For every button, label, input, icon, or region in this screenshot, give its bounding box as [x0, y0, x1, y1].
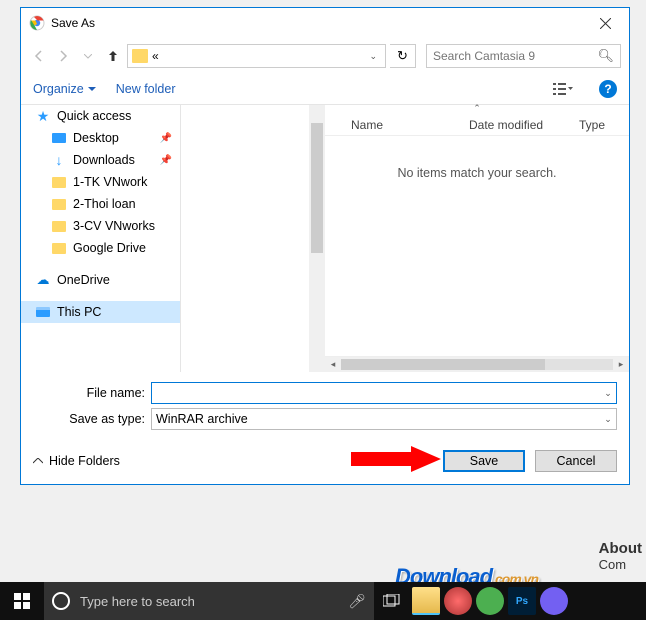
folder-icon [51, 218, 67, 234]
column-date[interactable]: Date modified [469, 118, 579, 132]
annotation-arrow [351, 446, 441, 472]
filename-field[interactable]: ⌄ [151, 382, 617, 404]
path-crumb[interactable]: « [152, 49, 159, 63]
tree-item-folder[interactable]: Google Drive [21, 237, 180, 259]
pin-icon: 📌 [160, 133, 172, 144]
pc-icon [35, 304, 51, 320]
empty-message: No items match your search. [325, 166, 629, 180]
taskbar-icons: Ps [410, 582, 570, 620]
filename-dropdown-icon[interactable]: ⌄ [600, 388, 616, 399]
sort-indicator-icon: ⌃ [325, 103, 629, 114]
navigation-bar: « ⌄ ↻ 🔍︎ [21, 38, 629, 74]
task-view-button[interactable] [374, 594, 410, 608]
about-heading: About [599, 540, 642, 557]
tree-label: OneDrive [57, 273, 110, 287]
toolbar: Organize New folder ? [21, 74, 629, 104]
search-icon[interactable]: 🔍︎ [597, 48, 614, 64]
folder-tree: ★ Quick access Desktop 📌 ↓ Downloads 📌 1… [21, 105, 181, 372]
up-button[interactable] [103, 46, 123, 66]
organize-menu[interactable]: Organize [33, 82, 96, 96]
help-button[interactable]: ? [599, 80, 617, 98]
savetype-dropdown-icon[interactable]: ⌄ [600, 414, 616, 425]
chevron-up-icon [33, 458, 43, 464]
address-bar[interactable]: « ⌄ [127, 44, 386, 68]
title-bar: Save As [21, 8, 629, 38]
app-icon[interactable] [476, 587, 504, 615]
horizontal-scrollbar[interactable]: ◂ ▸ [325, 356, 629, 372]
column-headers: Name Date modified Type [325, 114, 629, 136]
hide-folders-button[interactable]: Hide Folders [33, 454, 120, 468]
folder-icon [51, 240, 67, 256]
button-row: Hide Folders Save Cancel [21, 436, 629, 484]
tree-onedrive[interactable]: ☁ OneDrive [21, 269, 180, 291]
forward-button[interactable] [53, 46, 73, 66]
taskbar-search[interactable]: Type here to search 🎤︎ [44, 582, 374, 620]
column-type[interactable]: Type [579, 118, 629, 132]
back-button[interactable] [29, 46, 49, 66]
tree-label: Downloads [73, 153, 135, 167]
desktop-icon [51, 130, 67, 146]
tree-item-folder[interactable]: 3-CV VNworks [21, 215, 180, 237]
photoshop-icon[interactable]: Ps [508, 587, 536, 615]
tree-label: Quick access [57, 109, 131, 123]
tree-label: This PC [57, 305, 101, 319]
tree-quick-access[interactable]: ★ Quick access [21, 105, 180, 127]
taskbar: Type here to search 🎤︎ Ps [0, 582, 646, 620]
tree-label: Google Drive [73, 241, 146, 255]
cancel-button[interactable]: Cancel [535, 450, 617, 472]
path-dropdown-icon[interactable]: ⌄ [365, 51, 381, 62]
savetype-field[interactable]: WinRAR archive ⌄ [151, 408, 617, 430]
tree-item-downloads[interactable]: ↓ Downloads 📌 [21, 149, 180, 171]
pin-icon: 📌 [160, 155, 172, 166]
chrome-icon [29, 15, 45, 31]
tree-this-pc[interactable]: This PC [21, 301, 180, 323]
tree-scrollbar[interactable] [309, 105, 325, 372]
view-options-button[interactable] [547, 78, 579, 100]
folder-icon [51, 196, 67, 212]
recent-dropdown[interactable] [77, 54, 99, 59]
filename-label: File name: [33, 386, 151, 400]
scroll-right-icon[interactable]: ▸ [613, 357, 629, 372]
about-sub: Com [599, 557, 642, 572]
start-button[interactable] [0, 582, 44, 620]
onedrive-icon: ☁ [35, 272, 51, 288]
savetype-value: WinRAR archive [152, 412, 600, 426]
taskbar-search-placeholder: Type here to search [80, 594, 338, 609]
form-area: File name: ⌄ Save as type: WinRAR archiv… [21, 372, 629, 436]
window-title: Save As [51, 16, 585, 30]
tree-item-folder[interactable]: 1-TK VNwork [21, 171, 180, 193]
tree-item-folder[interactable]: 2-Thoi loan [21, 193, 180, 215]
explorer-icon[interactable] [412, 587, 440, 615]
viber-icon[interactable] [540, 587, 568, 615]
close-button[interactable] [585, 9, 625, 37]
file-list-area: ⌃ Name Date modified Type No items match… [325, 105, 629, 372]
search-box[interactable]: 🔍︎ [426, 44, 621, 68]
tree-label: 1-TK VNwork [73, 175, 147, 189]
scroll-left-icon[interactable]: ◂ [325, 357, 341, 372]
downloads-icon: ↓ [51, 152, 67, 168]
new-folder-button[interactable]: New folder [116, 82, 176, 96]
search-input[interactable] [433, 49, 597, 63]
refresh-button[interactable]: ↻ [390, 44, 416, 68]
filename-input[interactable] [152, 386, 600, 400]
star-icon: ★ [35, 108, 51, 124]
save-button[interactable]: Save [443, 450, 525, 472]
mic-icon[interactable]: 🎤︎ [348, 593, 366, 610]
tree-label: 2-Thoi loan [73, 197, 136, 211]
folder-icon [132, 49, 148, 63]
column-name[interactable]: Name [341, 118, 469, 132]
cortana-icon [52, 592, 70, 610]
save-as-dialog: Save As « ⌄ ↻ 🔍︎ Organize [20, 7, 630, 485]
folder-icon [51, 174, 67, 190]
savetype-label: Save as type: [33, 412, 151, 426]
tree-label: 3-CV VNworks [73, 219, 155, 233]
tree-item-desktop[interactable]: Desktop 📌 [21, 127, 180, 149]
app-icon[interactable] [444, 587, 472, 615]
tree-label: Desktop [73, 131, 119, 145]
